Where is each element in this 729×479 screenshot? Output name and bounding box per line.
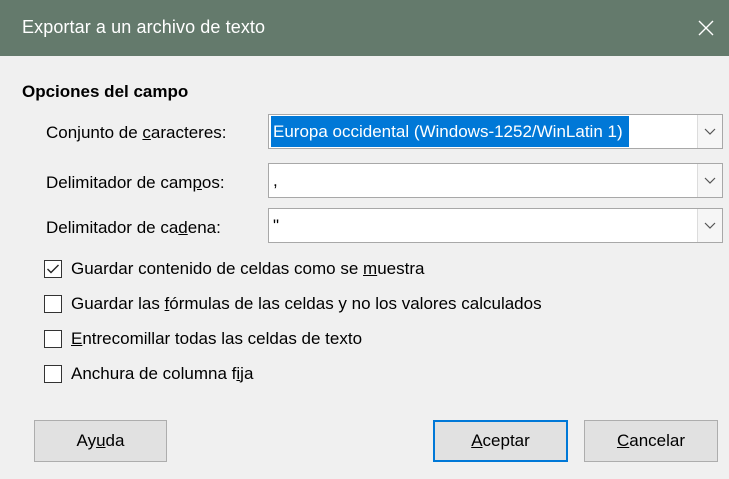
string-delimiter-label-text-a: Delimitador de ca (46, 218, 179, 237)
checkbox-quote-text-cells[interactable] (44, 330, 62, 348)
title-bar: Exportar a un archivo de texto (0, 0, 729, 56)
close-icon (698, 20, 714, 36)
field-delimiter-combo[interactable]: , (268, 163, 723, 198)
option-label-text-a: Guardar contenido de celdas como se (71, 259, 364, 278)
field-delimiter-dropdown-button[interactable] (697, 164, 722, 197)
ok-button-text-b: ceptar (482, 431, 530, 450)
checkmark-icon (47, 264, 59, 274)
option-label-mnemonic: m (363, 259, 378, 278)
section-title: Opciones del campo (22, 82, 189, 101)
string-delimiter-label-text-b: ena: (187, 218, 221, 237)
string-delimiter-label: Delimitador de cadena: (46, 218, 221, 238)
field-delimiter-label-mnemonic: p (192, 173, 202, 192)
option-label-text-b: órmulas de las celdas y no los valores c… (169, 294, 542, 313)
option-label-text-a: Anchura de columna f (71, 364, 237, 383)
option-label: Anchura de columna fija (71, 364, 253, 384)
option-save-formulas[interactable]: Guardar las fórmulas de las celdas y no … (44, 292, 542, 316)
field-delimiter-label-text-b: os: (201, 173, 225, 192)
chevron-down-icon (704, 128, 716, 135)
option-show-as-displayed[interactable]: Guardar contenido de celdas como se mues… (44, 257, 424, 281)
ok-button-mnemonic: A (471, 431, 483, 450)
dialog-body: Opciones del campo Conjunto de caractere… (0, 56, 729, 479)
charset-label-text-b: aracteres: (150, 123, 227, 142)
string-delimiter-label-mnemonic: d (178, 218, 188, 237)
cancel-button[interactable]: Cancelar (584, 420, 718, 462)
option-label: Guardar contenido de celdas como se mues… (71, 259, 424, 279)
option-label-text-b: uestra (377, 259, 425, 278)
checkbox-show-as-displayed[interactable] (44, 260, 62, 278)
close-button[interactable] (683, 0, 729, 56)
checkbox-fixed-column-width[interactable] (44, 365, 62, 383)
charset-value: Europa occidental (Windows-1252/WinLatin… (271, 116, 629, 147)
charset-label: Conjunto de caracteres: (46, 123, 227, 143)
help-button-mnemonic: u (96, 431, 106, 450)
charset-select[interactable]: Europa occidental (Windows-1252/WinLatin… (268, 114, 723, 149)
help-button[interactable]: Ay u da (34, 420, 167, 462)
option-label-text-a: Guardar las (71, 294, 165, 313)
string-delimiter-combo[interactable]: " (268, 208, 723, 243)
charset-label-text-a: Conjunto de (46, 123, 143, 142)
checkbox-save-formulas[interactable] (44, 295, 62, 313)
option-quote-text-cells[interactable]: Entrecomillar todas las celdas de texto (44, 327, 362, 351)
field-delimiter-label-text-a: Delimitador de cam (46, 173, 193, 192)
chevron-down-icon (704, 177, 716, 184)
option-label-text-b: ntrecomillar todas las celdas de texto (82, 329, 363, 348)
option-label-mnemonic: E (71, 329, 83, 348)
charset-dropdown-button[interactable] (697, 115, 722, 148)
window-title: Exportar a un archivo de texto (22, 17, 266, 37)
option-label: Guardar las fórmulas de las celdas y no … (71, 294, 542, 314)
option-label: Entrecomillar todas las celdas de texto (71, 329, 362, 349)
charset-label-mnemonic: c (142, 123, 151, 142)
option-label-text-b: ja (240, 364, 254, 383)
help-button-text-a: Ay (76, 431, 97, 450)
cancel-button-text-b: ancelar (629, 431, 686, 450)
chevron-down-icon (704, 222, 716, 229)
string-delimiter-dropdown-button[interactable] (697, 209, 722, 242)
option-fixed-column-width[interactable]: Anchura de columna fija (44, 362, 253, 386)
cancel-button-mnemonic: C (616, 431, 630, 450)
field-delimiter-label: Delimitador de campos: (46, 173, 225, 193)
ok-button[interactable]: Aceptar (433, 420, 568, 462)
string-delimiter-value[interactable]: " (273, 209, 279, 242)
help-button-text-b: da (105, 431, 125, 450)
field-delimiter-value[interactable]: , (273, 164, 278, 197)
